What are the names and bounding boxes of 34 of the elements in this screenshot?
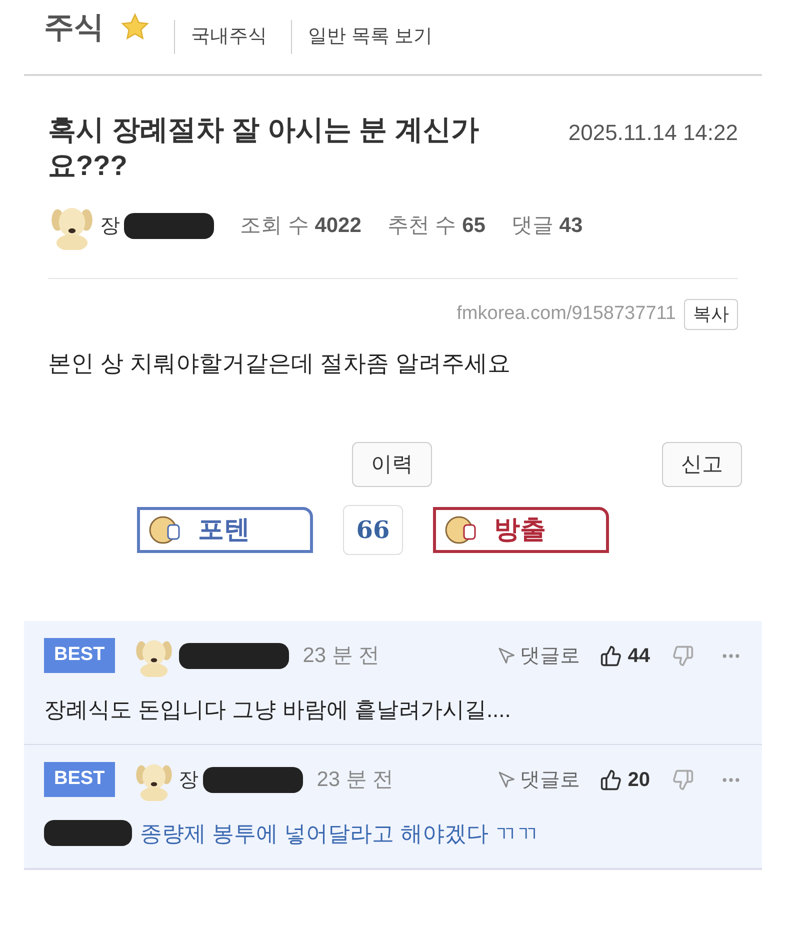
report-button[interactable]: 신고 (662, 442, 742, 488)
post-stat: 댓글 43 (511, 213, 583, 240)
downvote-button[interactable]: 방출 (433, 506, 609, 552)
like-count: 20 (628, 768, 650, 792)
category-link[interactable]: 일반 목록 보기 (308, 22, 433, 52)
reply-link[interactable]: 댓글로 (498, 640, 580, 670)
post-stat: 조회 수 4022 (240, 213, 362, 240)
author-name: 장 (100, 214, 120, 239)
reply-link[interactable]: 댓글로 (498, 764, 580, 794)
post-body: 본인 상 치뤄야할거같은데 절차좀 알려주세요 (48, 349, 512, 378)
like-count: 44 (628, 644, 650, 668)
post-title: 혹시 장례절차 잘 아시는 분 계신가요??? (48, 113, 480, 183)
history-button[interactable]: 이력 (352, 442, 432, 488)
upvote-button[interactable]: 포텐 (137, 506, 313, 552)
category-link[interactable]: 국내주식 (191, 22, 267, 52)
vote-count: 66 (343, 504, 403, 554)
post-stat: 추천 수 65 (387, 213, 486, 240)
best-badge: BEST (44, 638, 115, 673)
thumbs-down-icon[interactable] (672, 768, 694, 790)
star-icon[interactable] (120, 12, 150, 42)
comment-time: 23 분 전 (316, 766, 394, 793)
send-icon (498, 770, 516, 788)
comment-text: 장례식도 돈입니다 그냥 바람에 흩날려가시길.... (44, 696, 511, 724)
thumbs-up-icon[interactable] (600, 644, 622, 666)
post-date: 2025.11.14 14:22 (568, 119, 738, 147)
send-icon (498, 646, 516, 664)
copy-button[interactable]: 복사 (684, 299, 738, 330)
comment-time: 23 분 전 (302, 642, 380, 669)
board-title: 주식 (44, 10, 104, 46)
best-badge: BEST (44, 762, 115, 797)
thumbs-up-icon[interactable] (600, 768, 622, 790)
comment-text: 종량제 봉투에 넣어달라고 해야겠다 ㄲㄲ (140, 820, 538, 848)
thumbs-down-icon[interactable] (672, 644, 694, 666)
comment-author: 장 (178, 768, 199, 792)
